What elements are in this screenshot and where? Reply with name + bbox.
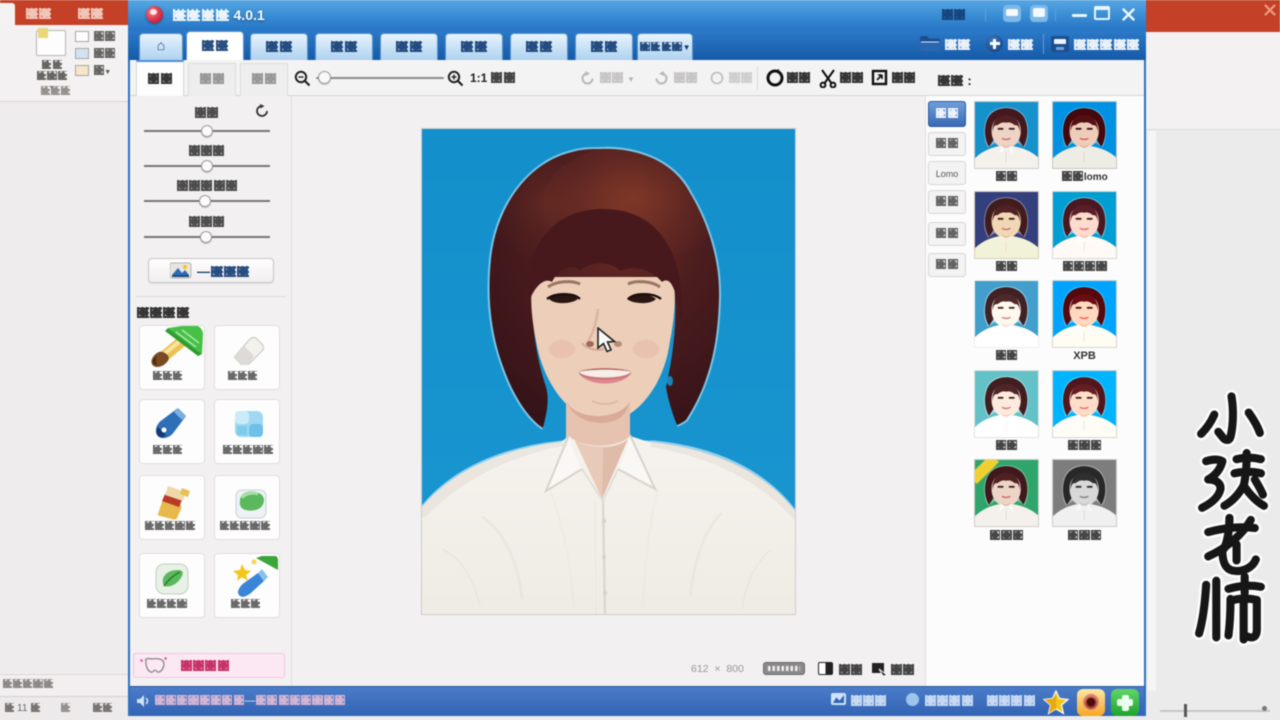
svg-text:*: * [140, 658, 143, 667]
svg-text:*: * [164, 657, 167, 665]
